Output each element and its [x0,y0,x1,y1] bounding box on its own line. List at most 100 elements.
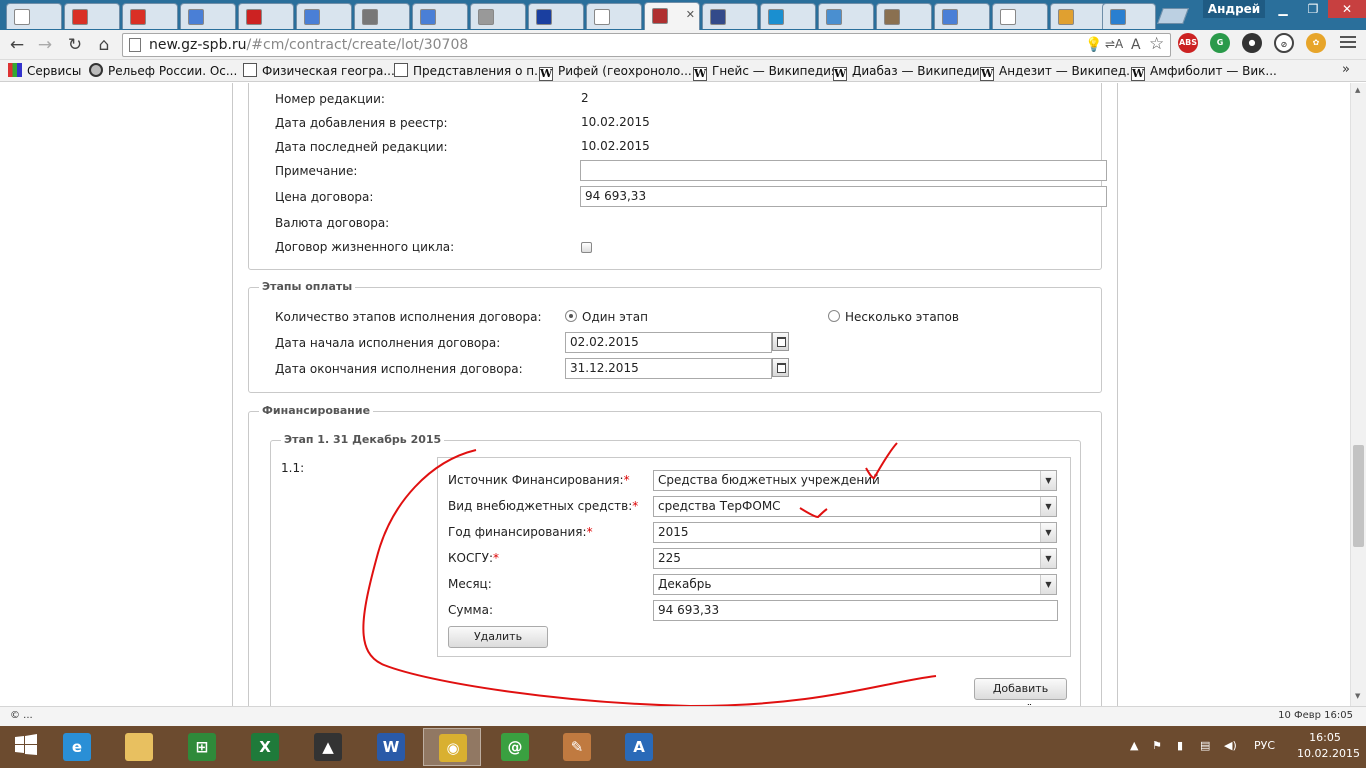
browser-tab[interactable] [412,3,468,29]
chrome-menu-icon[interactable] [1340,36,1356,50]
taskbar-item[interactable]: ◉ [423,728,481,766]
browser-tab[interactable]: ✕ [644,2,700,30]
bookmark-item[interactable]: Представления о п... [394,62,546,80]
funds-type-select[interactable]: средства ТерФОМС ▼ [653,496,1057,517]
browser-tab[interactable] [6,3,62,29]
forward-button[interactable]: → [34,35,56,55]
taskbar-item[interactable]: @ [486,728,544,766]
browser-tab[interactable] [934,3,990,29]
taskbar-item[interactable]: A [610,728,668,766]
tray-arrow-icon[interactable]: ▲ [1130,739,1138,752]
browser-tab[interactable] [528,3,584,29]
source-select[interactable]: Средства бюджетных учреждений ▼ [653,470,1057,491]
taskbar-item[interactable]: ⊞ [173,728,231,766]
volume-icon[interactable]: ◀) [1224,739,1237,752]
bookmark-item[interactable]: W Диабаз — Википедия [833,62,987,81]
bookmark-item[interactable]: Физическая геогра... [243,62,395,80]
browser-tab[interactable] [296,3,352,29]
one-stage-label[interactable]: Один этап [582,310,648,324]
browser-tab[interactable] [876,3,932,29]
many-stages-radio[interactable] [828,310,840,322]
start-date-input[interactable]: 02.02.2015 [565,332,772,353]
taskbar-item[interactable] [110,728,168,766]
url-text[interactable]: new.gz-spb.ru/#cm/contract/create/lot/30… [149,37,468,53]
bookmark-item[interactable]: W Рифей (геохроноло... [539,62,692,81]
bulb-icon[interactable]: 💡 [1085,37,1102,53]
last-edit-value: 10.02.2015 [581,139,650,153]
scrollbar-thumb[interactable] [1353,445,1364,547]
browser-tab[interactable] [238,3,294,29]
taskbar-item[interactable]: W [362,728,420,766]
browser-tab[interactable] [354,3,410,29]
back-button[interactable]: ← [6,35,28,55]
battery-icon[interactable]: ▮ [1177,739,1183,752]
year-select[interactable]: 2015 ▼ [653,522,1057,543]
browser-tab[interactable] [180,3,236,29]
flag-icon[interactable]: ⚑ [1152,739,1162,752]
browser-tab[interactable] [586,3,642,29]
payment-stages-legend: Этапы оплаты [259,280,356,293]
note-input[interactable] [580,160,1107,181]
delete-button[interactable]: Удалить [448,626,548,648]
new-tab-button[interactable] [1157,8,1189,24]
end-date-input[interactable]: 31.12.2015 [565,358,772,379]
kosgu-label: КОСГУ:* [448,551,500,565]
translate-icon[interactable]: ⇌A [1105,37,1123,51]
bookmark-item[interactable]: W Амфиболит — Вик... [1131,62,1277,81]
close-window-button[interactable]: ✕ [1328,0,1366,18]
add-payment-button[interactable]: Добавить платёж [974,678,1067,706]
start-date-calendar-icon[interactable] [772,332,789,351]
lifecycle-checkbox[interactable] [581,242,592,253]
browser-tab[interactable] [1102,3,1156,29]
bookmark-item[interactable]: Рельеф России. Ос... [89,62,237,80]
page-scrollbar[interactable]: ▲ ▼ [1350,83,1366,706]
more-bookmarks-button[interactable]: » [1342,62,1350,77]
end-date-calendar-icon[interactable] [772,358,789,377]
scroll-down-icon[interactable]: ▼ [1355,692,1360,700]
taskbar-item[interactable]: X [236,728,294,766]
browser-tab[interactable] [122,3,178,29]
home-button[interactable]: ⌂ [93,35,115,55]
address-bar[interactable]: new.gz-spb.ru/#cm/contract/create/lot/30… [122,33,1171,57]
browser-tab[interactable] [1050,3,1106,29]
bookmark-item[interactable]: W Андезит — Википед... [980,62,1138,81]
restore-button[interactable]: ❐ [1298,0,1328,18]
bookmark-item[interactable]: W Гнейс — Википедия [693,62,838,81]
taskbar-item[interactable]: e [48,728,106,766]
year-label: Год финансирования:* [448,525,593,539]
adblock-icon[interactable]: ABS [1178,33,1198,53]
system-clock[interactable]: 16:05 10.02.2015 [1297,730,1360,762]
one-stage-radio[interactable] [565,310,577,322]
price-input[interactable]: 94 693,33 [580,186,1107,207]
paw-icon[interactable]: ✿ [1306,33,1326,53]
browser-tab[interactable] [992,3,1048,29]
network-icon[interactable]: ▤ [1200,739,1210,752]
grammarly-icon[interactable]: G [1210,33,1230,53]
globe-icon [826,9,842,25]
browser-tab[interactable] [760,3,816,29]
language-indicator[interactable]: РУС [1254,739,1275,752]
month-select[interactable]: Декабрь ▼ [653,574,1057,595]
taskbar-item[interactable]: ✎ [548,728,606,766]
close-tab-icon[interactable]: ✕ [686,8,695,21]
bookmark-item[interactable]: Сервисы [8,62,81,80]
note-label: Примечание: [275,164,358,178]
browser-tab[interactable] [818,3,874,29]
taskbar-item[interactable]: ▲ [299,728,357,766]
bookmark-label: Рифей (геохроноло... [558,64,692,78]
kosgu-select[interactable]: 225 ▼ [653,548,1057,569]
profile-button[interactable]: Андрей [1203,0,1265,18]
reload-button[interactable]: ↻ [64,35,86,55]
browser-tab[interactable] [470,3,526,29]
minimize-button[interactable]: ▁ [1268,0,1298,18]
text-icon[interactable]: A [1131,37,1141,53]
sum-input[interactable]: 94 693,33 [653,600,1058,621]
many-stages-label[interactable]: Несколько этапов [845,310,959,324]
browser-tab[interactable] [64,3,120,29]
scroll-up-icon[interactable]: ▲ [1355,86,1360,94]
block-icon[interactable]: ⊘ [1274,33,1294,53]
speech-bubble-icon[interactable]: ● [1242,33,1262,53]
page-content: Номер редакции: 2 Дата добавления в реес… [0,83,1350,706]
bookmark-star-icon[interactable]: ☆ [1149,34,1164,54]
browser-tab[interactable] [702,3,758,29]
